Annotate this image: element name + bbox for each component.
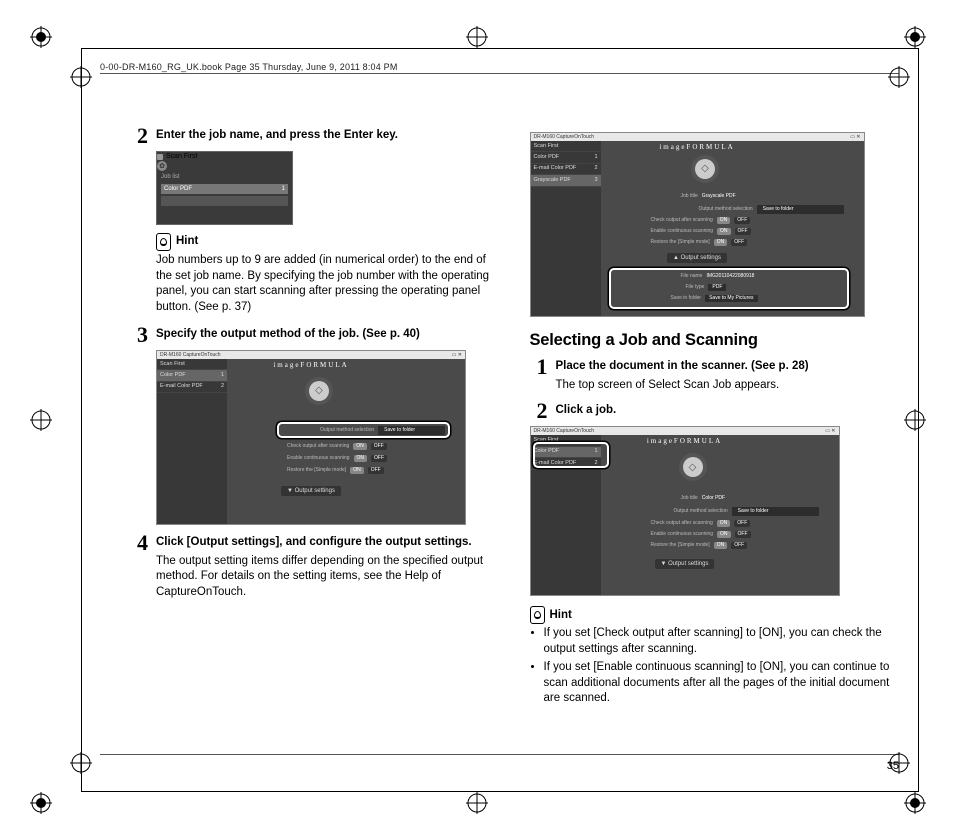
dialog-title: Scan First (157, 152, 292, 161)
step-number: 1 (530, 356, 548, 393)
left-column: 2 Enter the job name, and press the Ente… (130, 128, 500, 740)
scan-button-icon: ◇ (309, 381, 329, 401)
highlight-box (277, 422, 450, 438)
output-settings-button: ▼ Output settings (655, 559, 715, 569)
window-title: DR-M160 CaptureOnTouch (534, 134, 595, 141)
hint-list: If you set [Check output after scanning]… (530, 626, 900, 707)
step-number: 4 (130, 532, 148, 600)
sidebar-item: Scan First (531, 141, 601, 152)
hint-icon (156, 233, 171, 251)
window-controls-icon: ▭ ✕ (452, 352, 462, 359)
window-controls-icon: ▭ ✕ (825, 428, 835, 435)
sidebar-item: Color PDF1 (531, 152, 601, 163)
dialog-subtitle: Job list (157, 171, 292, 183)
job-entry: Color PDF 1 (161, 184, 288, 194)
output-settings-button: ▲ Output settings (667, 253, 727, 263)
highlight-box (533, 442, 609, 468)
hint-icon (530, 606, 545, 624)
step-text: The top screen of Select Scan Job appear… (556, 378, 900, 394)
screenshot-output-settings: DR-M160 CaptureOnTouch▭ ✕ imageFORMULA S… (530, 132, 865, 317)
step-number: 2 (130, 125, 148, 147)
crop-mark-icon (466, 792, 488, 814)
step-3: 3 Specify the output method of the job. … (130, 327, 500, 346)
highlight-box (157, 206, 292, 220)
crop-mark-icon (30, 792, 52, 814)
step-heading: Place the document in the scanner. (See … (556, 359, 900, 375)
step-1: 1 Place the document in the scanner. (Se… (530, 359, 900, 393)
highlight-box (609, 268, 849, 309)
section-heading: Selecting a Job and Scanning (530, 329, 900, 351)
sidebar-item: E-mail Color PDF2 (531, 164, 601, 175)
output-settings-button: ▼ Output settings (281, 486, 341, 496)
crop-mark-icon (904, 792, 926, 814)
crop-mark-icon (466, 26, 488, 48)
crop-mark-icon (70, 66, 92, 88)
step-4: 4 Click [Output settings], and configure… (130, 535, 500, 600)
step-2r: 2 Click a job. (530, 403, 900, 422)
step-number: 3 (130, 324, 148, 346)
crop-mark-icon (888, 66, 910, 88)
hint-text: Job numbers up to 9 are added (in numeri… (156, 253, 500, 315)
hint-item: If you set [Enable continuous scanning] … (544, 660, 900, 707)
step-heading: Specify the output method of the job. (S… (156, 327, 500, 343)
window-controls-icon: ▭ ✕ (850, 134, 860, 141)
sidebar-item: Grayscale PDF3 (531, 175, 601, 186)
window-title: DR-M160 CaptureOnTouch (534, 428, 595, 435)
crop-mark-icon (70, 752, 92, 774)
step-heading: Click [Output settings], and configure t… (156, 535, 500, 551)
hairline-top (100, 73, 899, 74)
step-heading: Click a job. (556, 403, 900, 419)
sidebar-item: Scan First (157, 359, 227, 370)
right-column: DR-M160 CaptureOnTouch▭ ✕ imageFORMULA S… (530, 128, 900, 740)
gear-icon: ✿ (157, 161, 167, 171)
hint-heading: Hint (156, 233, 500, 251)
screenshot-click-job: DR-M160 CaptureOnTouch▭ ✕ imageFORMULA S… (530, 426, 840, 596)
header-meta: 0-00-DR-M160_RG_UK.book Page 35 Thursday… (100, 61, 899, 73)
hint-heading: Hint (530, 606, 900, 624)
sidebar-item: Color PDF1 (157, 370, 227, 381)
scan-button-icon: ◇ (683, 457, 703, 477)
step-text: The output setting items differ dependin… (156, 554, 500, 601)
job-row-new (161, 196, 288, 206)
step-number: 2 (530, 400, 548, 422)
window-title: DR-M160 CaptureOnTouch (160, 352, 221, 359)
step-2: 2 Enter the job name, and press the Ente… (130, 128, 500, 147)
screenshot-output-method: DR-M160 CaptureOnTouch▭ ✕ imageFORMULA S… (156, 350, 466, 525)
crop-mark-icon (904, 26, 926, 48)
scan-first-dialog: Scan First ✿ Job list Color PDF 1 (156, 151, 293, 225)
step-heading: Enter the job name, and press the Enter … (156, 128, 500, 144)
crop-mark-icon (30, 26, 52, 48)
crop-mark-icon (888, 752, 910, 774)
hairline-bottom (100, 754, 899, 755)
hint-item: If you set [Check output after scanning]… (544, 626, 900, 657)
sidebar-item: E-mail Color PDF2 (157, 382, 227, 393)
crop-mark-icon (904, 409, 926, 431)
scan-button-icon: ◇ (695, 159, 715, 179)
crop-mark-icon (30, 409, 52, 431)
